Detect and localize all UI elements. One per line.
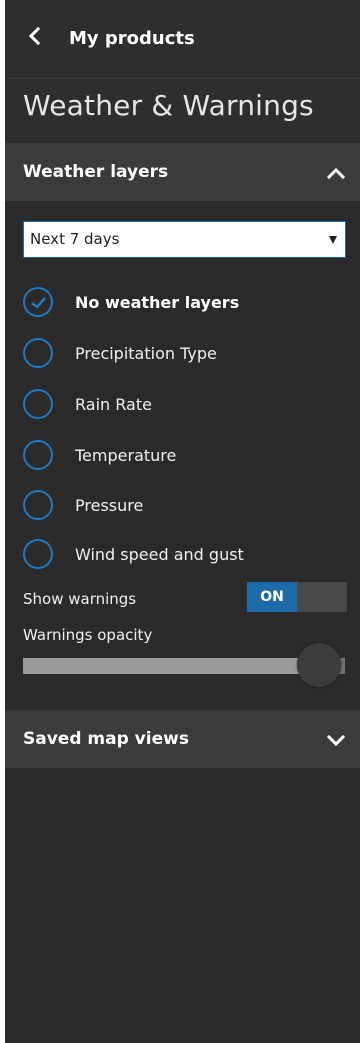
radio-label: Rain Rate (75, 394, 152, 414)
radio-option-wind-speed-and-gust[interactable]: Wind speed and gust (23, 536, 343, 572)
back-label: My products (69, 27, 195, 49)
chevron-left-icon (25, 26, 45, 50)
dropdown-arrow-icon (329, 236, 337, 244)
radio-label: No weather layers (75, 292, 240, 312)
weather-layers-label: Weather layers (23, 162, 169, 182)
chevron-up-icon (326, 167, 346, 180)
radio-unchecked-icon (23, 490, 53, 520)
radio-unchecked-icon (23, 338, 53, 368)
radio-label: Pressure (75, 495, 144, 515)
slider-thumb[interactable] (297, 643, 342, 687)
chevron-down-icon (326, 734, 346, 747)
top-bar: My products (5, 0, 360, 78)
radio-option-no-weather-layers[interactable]: No weather layers (23, 284, 343, 320)
weather-warnings-panel: My products Weather & Warnings Weather l… (5, 0, 360, 1043)
radio-label: Wind speed and gust (75, 544, 244, 564)
radio-option-precipitation-type[interactable]: Precipitation Type (23, 335, 343, 371)
saved-map-views-header[interactable]: Saved map views (5, 710, 360, 768)
warnings-opacity-label: Warnings opacity (23, 626, 153, 644)
radio-label: Precipitation Type (75, 343, 217, 363)
saved-map-views-label: Saved map views (23, 729, 189, 749)
radio-unchecked-icon (23, 440, 53, 470)
warnings-opacity-slider[interactable] (23, 643, 345, 691)
show-warnings-label: Show warnings (23, 590, 137, 608)
weather-layers-header[interactable]: Weather layers (5, 143, 360, 201)
time-range-value: Next 7 days (30, 230, 120, 248)
radio-option-pressure[interactable]: Pressure (23, 487, 343, 523)
back-button[interactable]: My products (25, 20, 195, 56)
radio-option-temperature[interactable]: Temperature (23, 437, 343, 473)
slider-fill (23, 658, 320, 674)
time-range-select[interactable]: Next 7 days (23, 221, 346, 258)
show-warnings-toggle[interactable]: ON (247, 582, 347, 612)
show-warnings-row: Show warnings ON (23, 582, 347, 612)
radio-unchecked-icon (23, 539, 53, 569)
radio-checked-icon (23, 287, 53, 317)
page-title: Weather & Warnings (23, 89, 314, 122)
radio-label: Temperature (75, 445, 177, 465)
radio-unchecked-icon (23, 389, 53, 419)
title-bar: Weather & Warnings (5, 78, 360, 143)
radio-option-rain-rate[interactable]: Rain Rate (23, 386, 343, 422)
toggle-state-label: ON (247, 582, 297, 612)
